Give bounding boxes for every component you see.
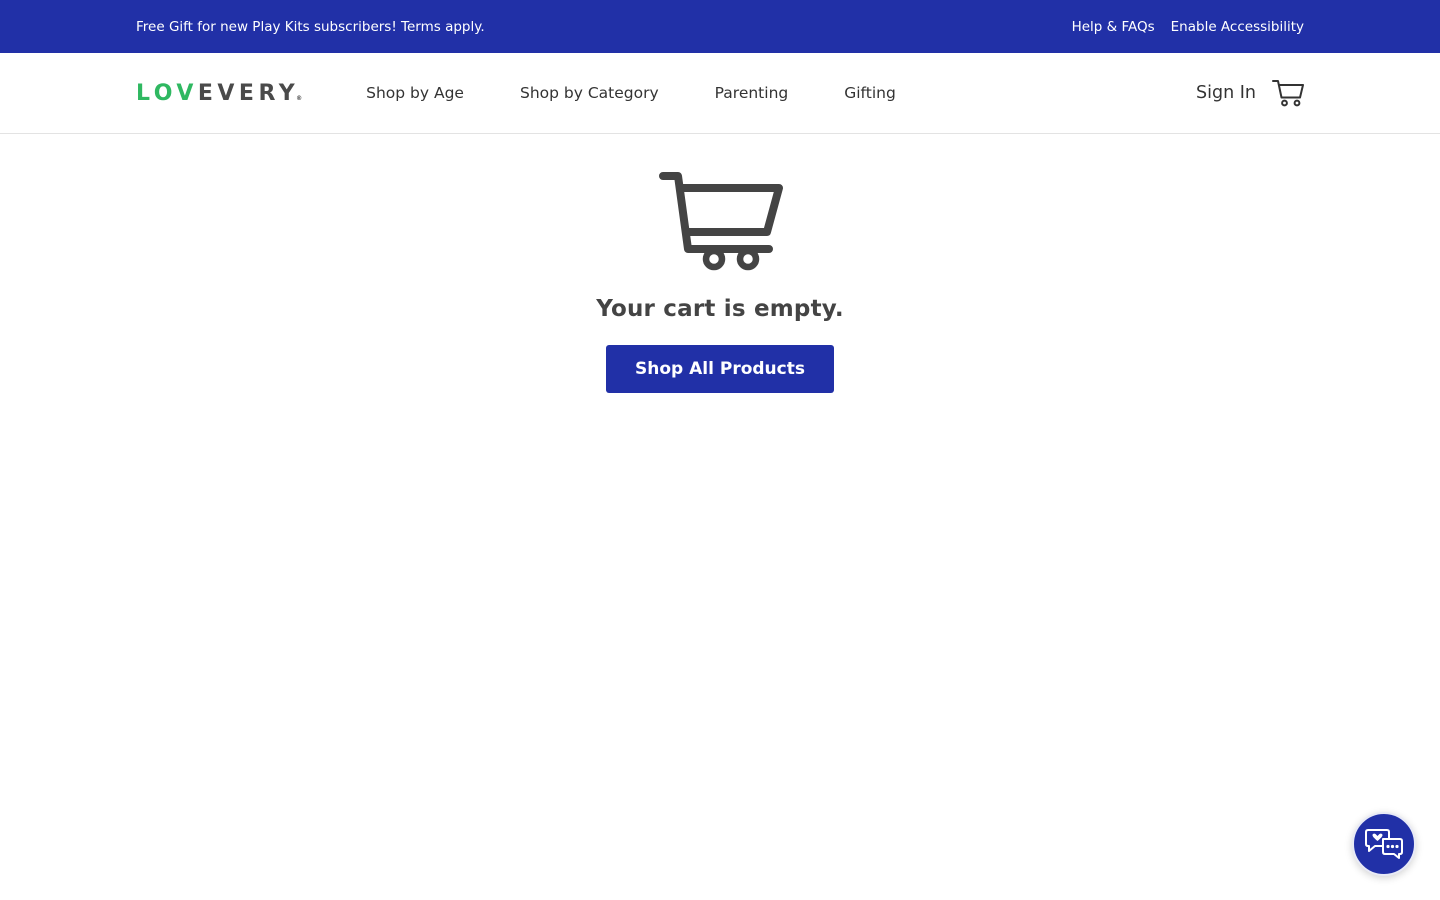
chat-bubbles-icon <box>1365 829 1403 859</box>
empty-cart-section: Your cart is empty. Shop All Products <box>0 170 1440 393</box>
promo-message: Free Gift for new Play Kits subscribers!… <box>136 18 485 35</box>
promo-bar: Free Gift for new Play Kits subscribers!… <box>0 0 1440 53</box>
nav-gifting[interactable]: Gifting <box>844 84 896 102</box>
main-nav: Shop by Age Shop by Category Parenting G… <box>366 84 896 102</box>
sign-in-link[interactable]: Sign In <box>1196 83 1256 103</box>
site-header: LOV EVERY ® Shop by Age Shop by Category P… <box>0 53 1440 134</box>
enable-accessibility-link[interactable]: Enable Accessibility <box>1171 19 1304 35</box>
logo-love-text: LOV <box>136 80 198 106</box>
shopping-cart-icon <box>1272 80 1304 107</box>
header-actions: Sign In <box>1196 79 1304 107</box>
lovevery-logo[interactable]: LOV EVERY ® <box>136 81 302 106</box>
nav-parenting[interactable]: Parenting <box>715 84 789 102</box>
nav-shop-by-category[interactable]: Shop by Category <box>520 84 659 102</box>
chat-widget-button[interactable] <box>1352 812 1416 876</box>
nav-shop-by-age[interactable]: Shop by Age <box>366 84 464 102</box>
shopping-cart-icon <box>659 172 783 271</box>
promo-links: Help & FAQs Enable Accessibility <box>1072 19 1304 35</box>
empty-cart-message: Your cart is empty. <box>596 296 844 322</box>
shop-all-products-button[interactable]: Shop All Products <box>606 345 834 393</box>
help-faqs-link[interactable]: Help & FAQs <box>1072 19 1155 35</box>
header-cart-button[interactable] <box>1272 79 1304 107</box>
logo-registered-mark: ® <box>296 94 303 102</box>
logo-every-text: EVERY <box>197 80 300 106</box>
